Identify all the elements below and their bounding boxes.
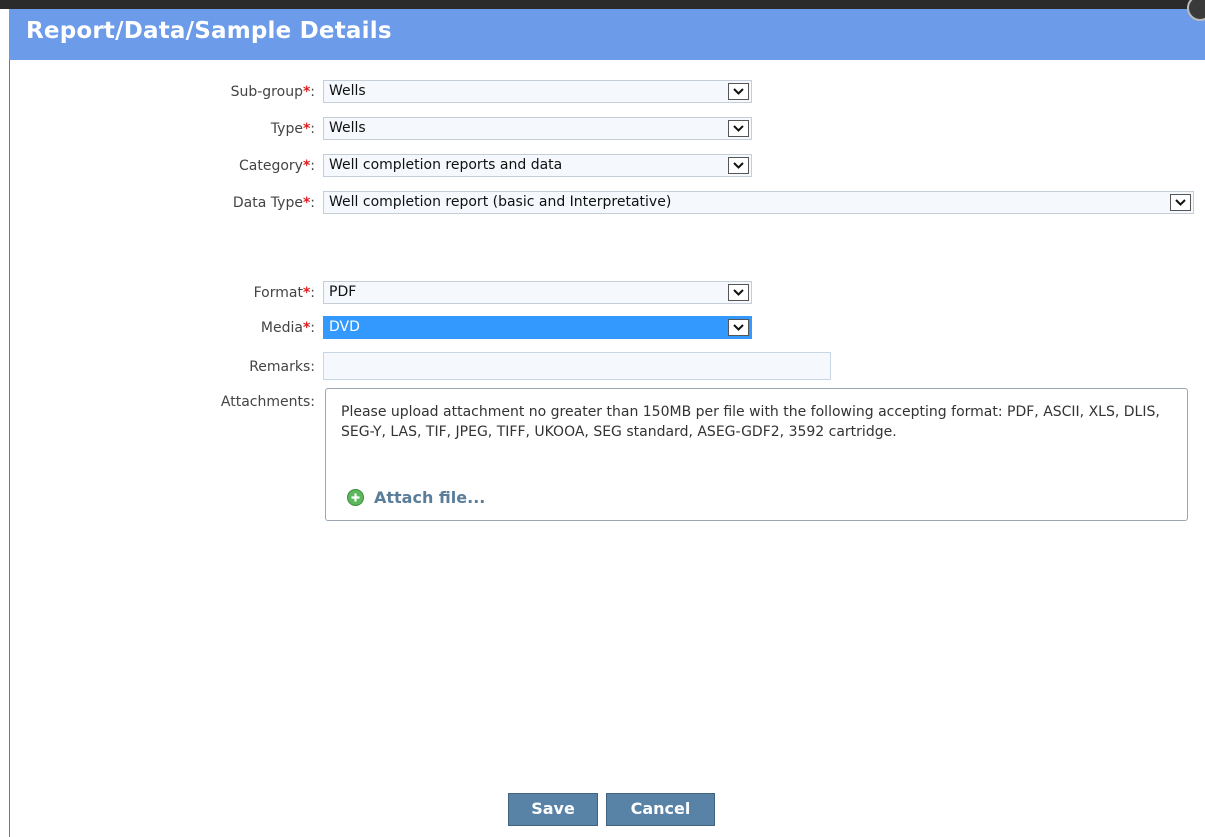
remarks-input[interactable] (323, 352, 831, 380)
attachment-instructions: Please upload attachment no greater than… (341, 404, 1160, 440)
dialog-title-bar: Report/Data/Sample Details (9, 0, 1205, 60)
media-value: DVD (329, 319, 360, 335)
media-label: Media*: (261, 320, 315, 336)
datatype-select[interactable]: Well completion report (basic and Interp… (323, 191, 1194, 214)
type-label: Type*: (271, 121, 315, 137)
remarks-label: Remarks: (249, 359, 315, 375)
datatype-label: Data Type*: (233, 195, 315, 211)
dialog-title: Report/Data/Sample Details (26, 18, 392, 44)
label-colon: : (310, 285, 315, 301)
format-label-text: Format (253, 285, 303, 301)
format-select[interactable]: PDF (323, 281, 752, 304)
window-top-edge (0, 0, 1205, 9)
category-label: Category*: (239, 158, 315, 174)
attachments-panel: Please upload attachment no greater than… (325, 388, 1188, 521)
label-colon: : (310, 320, 315, 336)
label-colon: : (310, 195, 315, 211)
chevron-down-icon[interactable] (728, 157, 749, 174)
chevron-down-icon[interactable] (728, 284, 749, 301)
attachments-label: Attachments: (220, 394, 315, 410)
media-select[interactable]: DVD (323, 316, 752, 339)
chevron-down-icon[interactable] (728, 319, 749, 336)
datatype-value: Well completion report (basic and Interp… (329, 194, 672, 210)
type-select[interactable]: Wells (323, 117, 752, 140)
format-value: PDF (329, 284, 357, 300)
plus-circle-icon (347, 489, 364, 506)
attach-file-label: Attach file... (374, 488, 486, 507)
save-button[interactable]: Save (508, 793, 598, 826)
label-colon: : (310, 84, 315, 100)
category-value: Well completion reports and data (329, 157, 563, 173)
media-label-text: Media (260, 320, 303, 336)
format-label: Format*: (254, 285, 315, 301)
chevron-down-icon[interactable] (728, 120, 749, 137)
subgroup-value: Wells (329, 83, 366, 99)
subgroup-select[interactable]: Wells (323, 80, 752, 103)
subgroup-label: Sub-group*: (231, 84, 315, 100)
chevron-down-icon[interactable] (728, 83, 749, 100)
datatype-label-text: Data Type (232, 195, 303, 211)
type-label-text: Type (270, 121, 303, 137)
category-select[interactable]: Well completion reports and data (323, 154, 752, 177)
cancel-button[interactable]: Cancel (606, 793, 715, 826)
chevron-down-icon[interactable] (1170, 194, 1191, 211)
dialog-left-border (9, 60, 10, 837)
close-icon[interactable] (1187, 0, 1205, 21)
label-colon: : (310, 121, 315, 137)
subgroup-label-text: Sub-group (230, 84, 303, 100)
type-value: Wells (329, 120, 366, 136)
label-colon: : (310, 158, 315, 174)
category-label-text: Category (239, 158, 303, 174)
